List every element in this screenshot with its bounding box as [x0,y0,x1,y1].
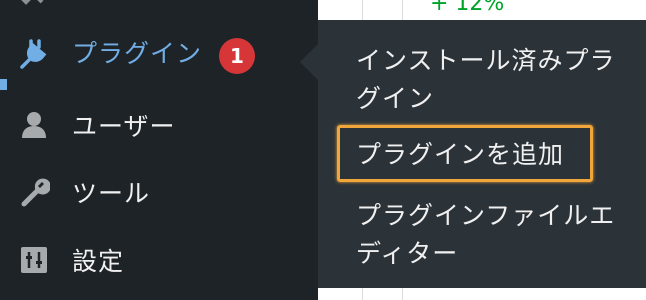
submenu-item-plugin-file-editor[interactable]: プラグインファイルエディター [356,197,626,273]
sidebar-item-settings[interactable]: 設定 [0,233,318,287]
sidebar-item-label: ツール [72,179,151,208]
sidebar-item-tools[interactable]: ツール [0,165,318,219]
stats-peek-text: + 12% [430,0,505,16]
sidebar-item-label: プラグイン [72,39,203,68]
user-icon [16,107,52,143]
previous-menu-icon [14,0,48,6]
plugin-icon [16,34,52,70]
update-count-badge: 1 [219,38,255,74]
sidebar-item-label: ユーザー [72,112,176,141]
highlight-box [337,125,593,182]
flyout-pointer [300,44,318,80]
sidebar-item-label: 設定 [72,247,125,276]
sidebar-item-users[interactable]: ユーザー [0,98,318,152]
submenu-item-installed-plugins[interactable]: インストール済みプラグイン [356,42,626,118]
admin-sidebar: プラグイン 1 ユーザー ツール 設定 [0,0,318,300]
sidebar-item-plugins[interactable]: プラグイン [0,25,318,79]
settings-icon [16,242,52,278]
wrench-icon [16,174,52,210]
